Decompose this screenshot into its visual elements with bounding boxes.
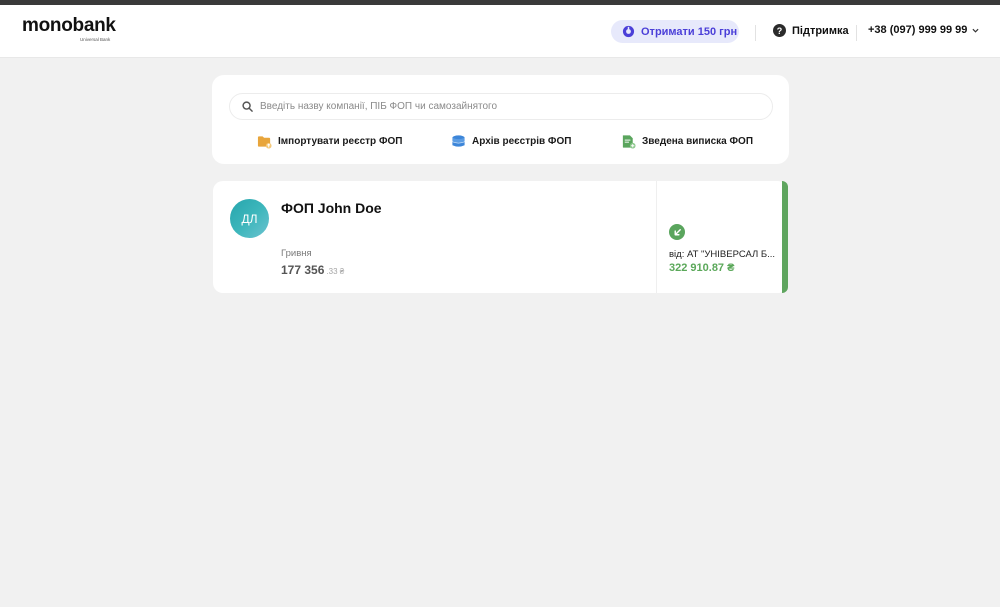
search-card: Імпортувати реєстр ФОП Архів реєстрів ФО… bbox=[212, 75, 789, 164]
header-divider bbox=[755, 25, 756, 41]
support-link[interactable]: ? Підтримка bbox=[773, 24, 849, 37]
registry-archive-label: Архів реєстрів ФОП bbox=[472, 136, 572, 147]
chevron-down-icon bbox=[972, 28, 979, 33]
consolidated-statement-label: Зведена виписка ФОП bbox=[642, 136, 754, 147]
logo-wordmark: monobank bbox=[22, 15, 116, 36]
account-name: ФОП John Doe bbox=[281, 200, 382, 216]
document-add-icon bbox=[622, 135, 636, 149]
registry-archive-button[interactable]: Архів реєстрів ФОП bbox=[451, 134, 571, 149]
folder-upload-icon bbox=[257, 136, 272, 149]
balance-cents: .33 ₴ bbox=[326, 267, 345, 276]
promo-label: Отримати 150 грн bbox=[641, 25, 738, 38]
search-box[interactable] bbox=[229, 93, 773, 120]
search-input[interactable] bbox=[260, 101, 740, 112]
support-label: Підтримка bbox=[792, 24, 849, 37]
incoming-arrow-icon bbox=[669, 224, 685, 240]
transaction-sender: від: АТ "УНІВЕРСАЛ Б... bbox=[669, 249, 776, 260]
avatar: ДЛ bbox=[230, 199, 269, 238]
get-150-uah-button[interactable]: Отримати 150 грн bbox=[611, 20, 739, 43]
balance-main: 177 356 bbox=[281, 263, 325, 277]
currency-label: Гривня bbox=[281, 248, 312, 259]
fop-account-card[interactable]: ДЛ ФОП John Doe Гривня 177 356 .33 ₴ від… bbox=[213, 181, 788, 293]
account-balance: 177 356 .33 ₴ bbox=[281, 263, 344, 277]
import-registry-label: Імпортувати реєстр ФОП bbox=[278, 136, 403, 147]
phone-account-menu[interactable]: +38 (097) 999 99 99 bbox=[868, 24, 979, 36]
monobank-logo[interactable]: monobank Universal Bank bbox=[22, 15, 116, 43]
top-header: monobank Universal Bank Отримати 150 грн… bbox=[0, 5, 1000, 58]
phone-label: +38 (097) 999 99 99 bbox=[868, 24, 968, 36]
header-divider bbox=[856, 25, 857, 41]
consolidated-statement-button[interactable]: Зведена виписка ФОП bbox=[621, 134, 753, 149]
gift-icon bbox=[622, 25, 635, 38]
archive-stack-icon bbox=[452, 135, 465, 147]
import-registry-button[interactable]: Імпортувати реєстр ФОП bbox=[257, 134, 402, 149]
logo-subtitle: Universal Bank bbox=[80, 37, 111, 42]
chat-question-icon: ? bbox=[773, 24, 786, 37]
search-icon bbox=[242, 101, 253, 112]
card-status-accent bbox=[782, 181, 788, 293]
card-divider bbox=[656, 181, 657, 293]
transaction-amount: 322 910.87 ₴ bbox=[669, 262, 735, 274]
